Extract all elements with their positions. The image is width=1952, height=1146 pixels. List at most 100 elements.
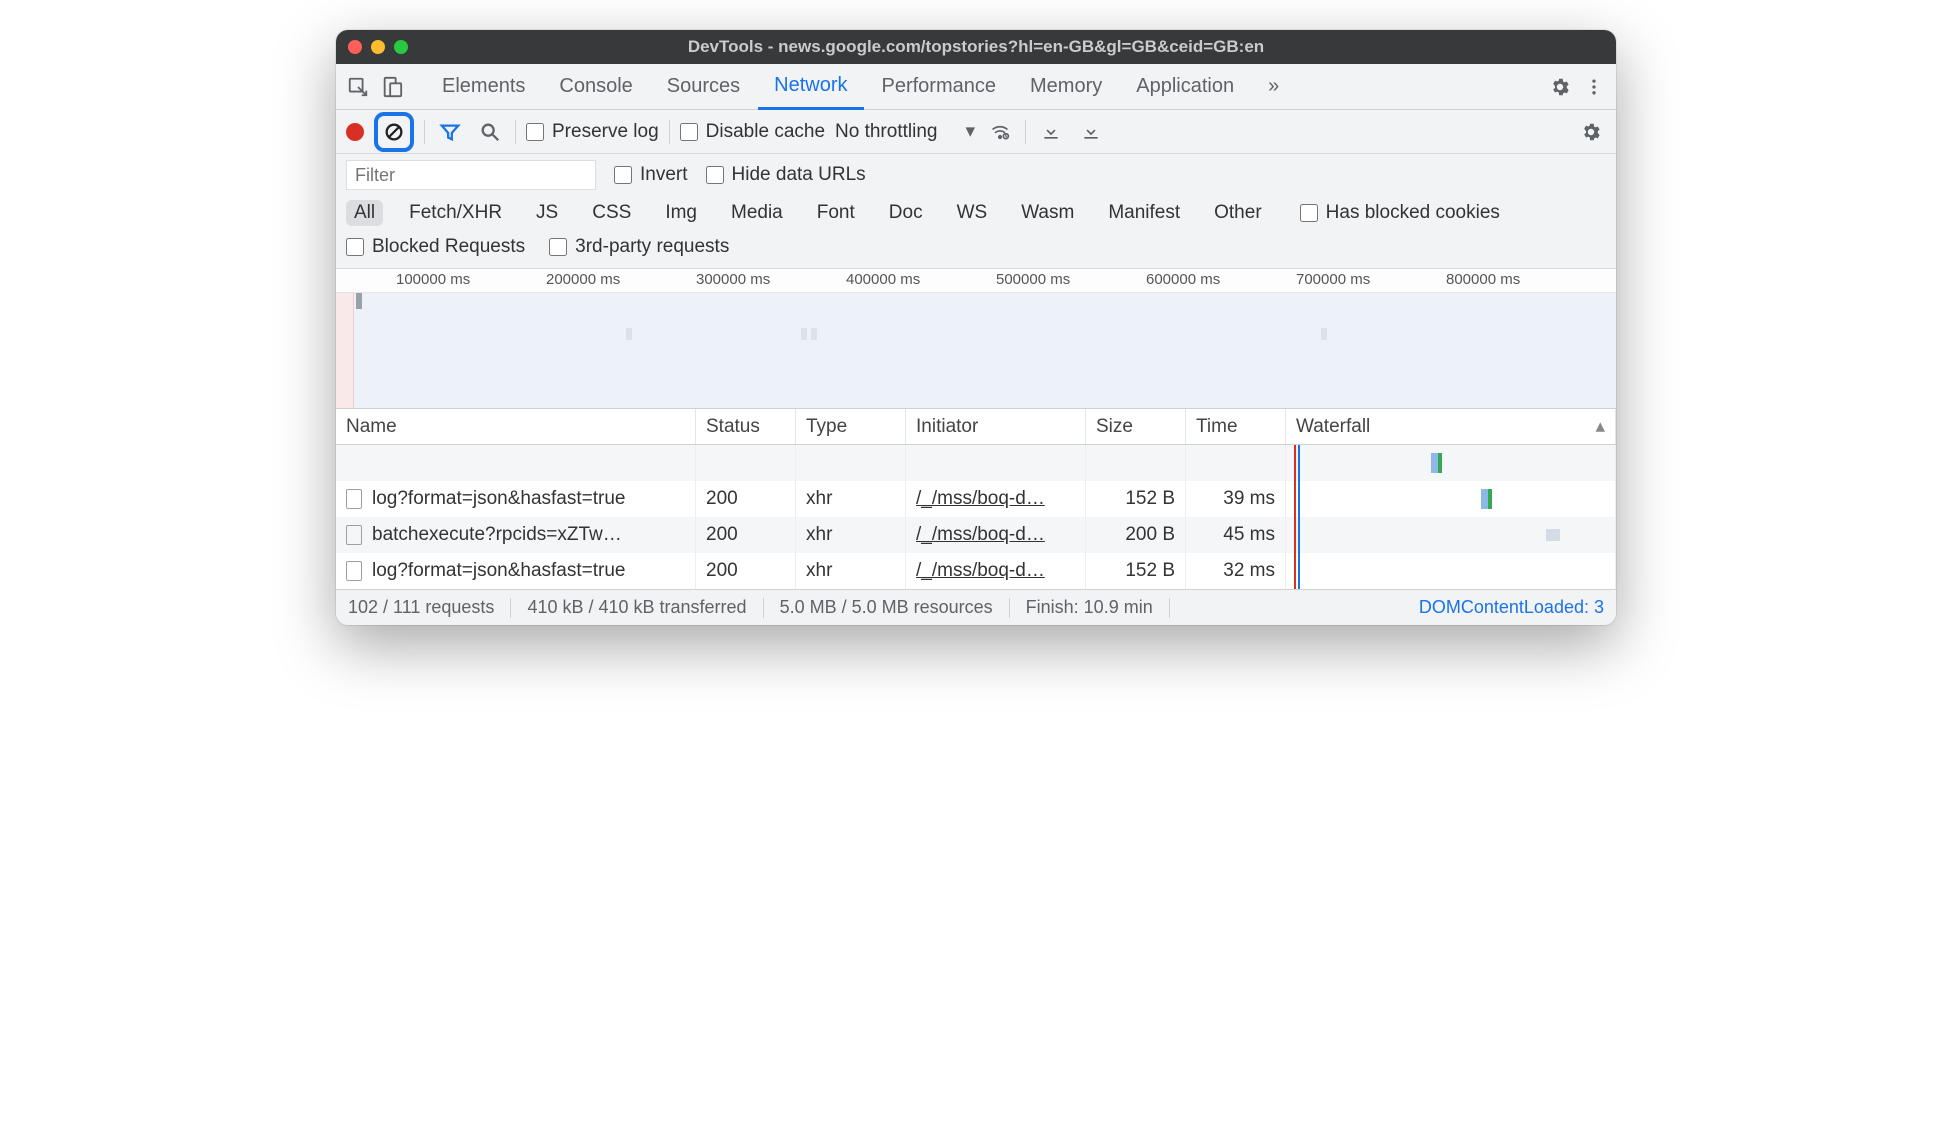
timeline-activity-marker: [1321, 328, 1327, 340]
type-media[interactable]: Media: [723, 200, 791, 226]
disable-cache-input[interactable]: [680, 123, 698, 141]
hide-data-urls-checkbox[interactable]: Hide data URLs: [706, 164, 866, 186]
tab-elements[interactable]: Elements: [426, 64, 541, 109]
blocked-requests-checkbox[interactable]: Blocked Requests: [346, 236, 525, 258]
record-button[interactable]: [346, 123, 364, 141]
time-ruler: 100000 ms 200000 ms 300000 ms 400000 ms …: [336, 269, 1616, 293]
third-party-input[interactable]: [549, 238, 567, 256]
status-finish: Finish: 10.9 min: [1026, 597, 1153, 618]
col-size[interactable]: Size: [1086, 409, 1186, 444]
preserve-log-input[interactable]: [526, 123, 544, 141]
network-request-table: Name Status Type Initiator Size Time Wat…: [336, 409, 1616, 589]
tab-application[interactable]: Application: [1120, 64, 1250, 109]
request-size: 200 B: [1086, 517, 1186, 553]
status-transferred: 410 kB / 410 kB transferred: [527, 597, 746, 618]
col-type[interactable]: Type: [796, 409, 906, 444]
hide-data-urls-label: Hide data URLs: [732, 164, 866, 186]
table-row[interactable]: batchexecute?rpcids=xZTw… 200 xhr /_/mss…: [336, 517, 1616, 553]
preserve-log-checkbox[interactable]: Preserve log: [526, 121, 659, 143]
initiator-link[interactable]: /_/mss/boq-d…: [916, 560, 1045, 582]
table-row-empty: [336, 445, 1616, 481]
has-blocked-cookies-checkbox[interactable]: Has blocked cookies: [1300, 202, 1500, 224]
request-type: xhr: [796, 517, 906, 553]
type-js[interactable]: JS: [528, 200, 566, 226]
table-row[interactable]: log?format=json&hasfast=true 200 xhr /_/…: [336, 553, 1616, 589]
type-all[interactable]: All: [346, 200, 383, 226]
blocked-requests-input[interactable]: [346, 238, 364, 256]
invert-checkbox[interactable]: Invert: [614, 164, 688, 186]
search-icon[interactable]: [475, 117, 505, 147]
timeline-canvas[interactable]: [336, 293, 1616, 408]
kebab-menu-icon[interactable]: [1578, 71, 1610, 103]
request-size: 152 B: [1086, 553, 1186, 589]
request-type: xhr: [796, 481, 906, 517]
type-ws[interactable]: WS: [949, 200, 996, 226]
third-party-checkbox[interactable]: 3rd-party requests: [549, 236, 729, 258]
col-waterfall[interactable]: Waterfall▴: [1286, 409, 1616, 444]
type-wasm[interactable]: Wasm: [1013, 200, 1082, 226]
request-name: log?format=json&hasfast=true: [372, 488, 626, 510]
status-domcontentloaded: DOMContentLoaded: 3: [1419, 597, 1604, 618]
tabs-overflow[interactable]: »: [1252, 64, 1295, 109]
clear-button[interactable]: [374, 112, 414, 152]
col-time[interactable]: Time: [1186, 409, 1286, 444]
col-initiator[interactable]: Initiator: [906, 409, 1086, 444]
disable-cache-checkbox[interactable]: Disable cache: [680, 121, 825, 143]
ruler-tick: 800000 ms: [1446, 271, 1520, 288]
invert-label: Invert: [640, 164, 688, 186]
type-other[interactable]: Other: [1206, 200, 1270, 226]
tab-console[interactable]: Console: [543, 64, 648, 109]
request-status: 200: [696, 517, 796, 553]
window-title: DevTools - news.google.com/topstories?hl…: [336, 37, 1616, 57]
panel-tabs: Elements Console Sources Network Perform…: [336, 64, 1616, 110]
blocked-requests-label: Blocked Requests: [372, 236, 525, 258]
has-blocked-cookies-input[interactable]: [1300, 204, 1318, 222]
sort-indicator-icon: ▴: [1595, 415, 1605, 438]
status-requests: 102 / 111 requests: [348, 597, 494, 618]
chevron-down-icon: ▾: [965, 120, 975, 143]
initiator-link[interactable]: /_/mss/boq-d…: [916, 524, 1045, 546]
status-bar: 102 / 111 requests 410 kB / 410 kB trans…: [336, 589, 1616, 625]
ruler-tick: 200000 ms: [546, 271, 620, 288]
type-doc[interactable]: Doc: [881, 200, 931, 226]
table-row[interactable]: log?format=json&hasfast=true 200 xhr /_/…: [336, 481, 1616, 517]
file-icon: [346, 561, 362, 581]
window-controls: [348, 40, 408, 54]
invert-input[interactable]: [614, 166, 632, 184]
col-name[interactable]: Name: [336, 409, 696, 444]
type-img[interactable]: Img: [657, 200, 705, 226]
tab-memory[interactable]: Memory: [1014, 64, 1118, 109]
filter-icon[interactable]: [435, 117, 465, 147]
network-conditions-icon[interactable]: [985, 117, 1015, 147]
request-status: 200: [696, 481, 796, 517]
zoom-button[interactable]: [394, 40, 408, 54]
type-manifest[interactable]: Manifest: [1100, 200, 1188, 226]
timeline-overview[interactable]: 100000 ms 200000 ms 300000 ms 400000 ms …: [336, 269, 1616, 409]
initiator-link[interactable]: /_/mss/boq-d…: [916, 488, 1045, 510]
ruler-tick: 500000 ms: [996, 271, 1070, 288]
devtools-window: DevTools - news.google.com/topstories?hl…: [336, 30, 1616, 625]
export-har-icon[interactable]: [1076, 117, 1106, 147]
hide-data-urls-input[interactable]: [706, 166, 724, 184]
type-font[interactable]: Font: [809, 200, 863, 226]
device-toolbar-icon[interactable]: [376, 71, 408, 103]
import-har-icon[interactable]: [1036, 117, 1066, 147]
close-button[interactable]: [348, 40, 362, 54]
col-status[interactable]: Status: [696, 409, 796, 444]
throttling-select[interactable]: No throttling ▾: [835, 120, 975, 143]
ruler-tick: 700000 ms: [1296, 271, 1370, 288]
type-fetch-xhr[interactable]: Fetch/XHR: [401, 200, 510, 226]
timeline-activity-marker: [352, 293, 366, 408]
network-settings-gear-icon[interactable]: [1576, 117, 1606, 147]
titlebar: DevTools - news.google.com/topstories?hl…: [336, 30, 1616, 64]
minimize-button[interactable]: [371, 40, 385, 54]
filter-input[interactable]: [346, 160, 596, 190]
settings-gear-icon[interactable]: [1544, 71, 1576, 103]
tab-network[interactable]: Network: [758, 65, 863, 110]
tab-performance[interactable]: Performance: [866, 64, 1013, 109]
request-type: xhr: [796, 553, 906, 589]
type-css[interactable]: CSS: [584, 200, 639, 226]
tab-sources[interactable]: Sources: [651, 64, 756, 109]
request-name: batchexecute?rpcids=xZTw…: [372, 524, 622, 546]
inspect-element-icon[interactable]: [342, 71, 374, 103]
